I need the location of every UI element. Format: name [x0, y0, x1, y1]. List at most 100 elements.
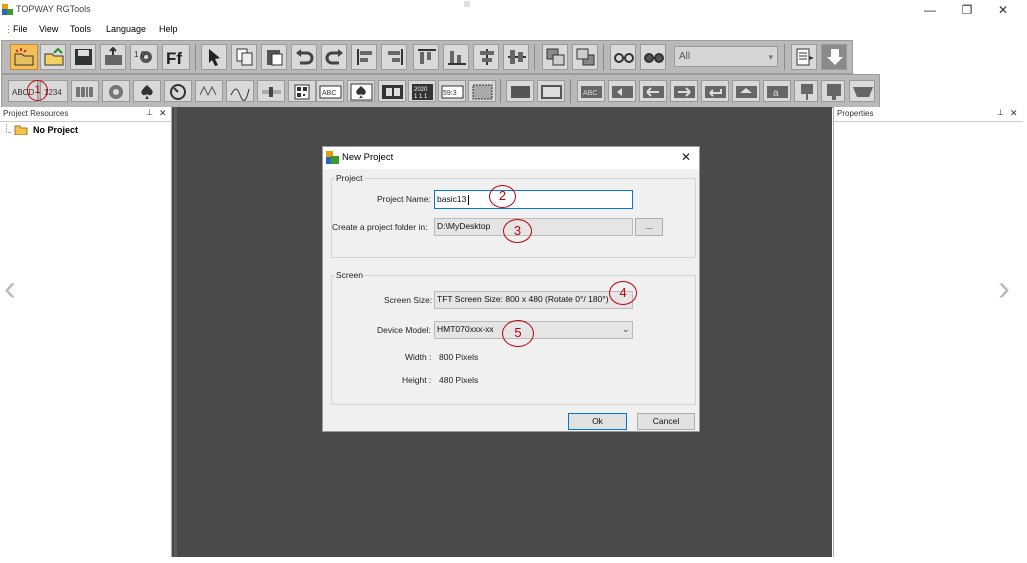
preview-button[interactable] — [610, 44, 636, 70]
download-button[interactable] — [821, 44, 847, 70]
project-folder-input[interactable]: D:\MyDesktop — [434, 218, 633, 236]
project-name-input[interactable]: basic13 — [434, 190, 633, 209]
menu-tools[interactable]: Tools — [70, 24, 91, 34]
return-button[interactable] — [701, 80, 729, 102]
text-button-widget[interactable]: a — [763, 80, 791, 102]
bring-front-icon — [546, 48, 565, 66]
funnel-widget-button[interactable] — [849, 80, 875, 102]
open-project-button[interactable] — [40, 44, 66, 70]
export-button[interactable] — [100, 44, 126, 70]
date-widget-button[interactable]: 2020 1 1 1 — [408, 80, 436, 102]
next-arrow-icon[interactable]: › — [998, 270, 1010, 306]
slider-widget-button[interactable] — [257, 80, 285, 102]
close-panel-icon[interactable]: ✕ — [159, 108, 167, 119]
project-resources-panel: Project Resources ⊥ ✕ No Project — [0, 107, 172, 557]
panel-title: Project Resources — [3, 109, 69, 118]
close-button[interactable]: ✕ — [988, 2, 1018, 19]
clock-widget-button[interactable]: 59:3 — [438, 80, 466, 102]
pin-icon[interactable]: ⊥ — [146, 108, 153, 117]
export-icon — [105, 47, 122, 65]
font-button[interactable]: Ff — [162, 44, 190, 70]
device-model-label: Device Model: — [377, 325, 431, 335]
chevron-down-icon: ⌄ — [622, 324, 630, 334]
grid-block-icon — [827, 84, 841, 100]
restore-button[interactable]: ❐ — [952, 2, 982, 19]
menu-view[interactable]: View — [39, 24, 58, 34]
graph-widget-button[interactable] — [195, 80, 223, 102]
menu-language[interactable]: Language — [106, 24, 146, 34]
qr-widget-button[interactable] — [288, 80, 316, 102]
grid-widget-button[interactable] — [821, 80, 845, 102]
slider-icon — [262, 87, 281, 97]
browse-button[interactable]: ... — [635, 218, 663, 236]
minimize-button[interactable]: — — [915, 2, 945, 19]
spade-widget-button[interactable] — [133, 80, 161, 102]
home-button[interactable] — [732, 80, 760, 102]
svg-text:59:3: 59:3 — [443, 90, 457, 97]
barcode-widget-button[interactable] — [71, 80, 99, 102]
touch-key-button[interactable] — [347, 80, 375, 102]
tree-line — [6, 124, 11, 133]
align-bottom-button[interactable] — [443, 44, 469, 70]
new-project-button[interactable] — [10, 44, 38, 70]
wave-widget-button[interactable] — [226, 80, 254, 102]
center-vertical-button[interactable] — [503, 44, 529, 70]
prev-page-button[interactable] — [639, 80, 667, 102]
send-back-button[interactable] — [572, 44, 598, 70]
pin-icon — [801, 84, 813, 100]
back-button[interactable] — [608, 80, 636, 102]
save-button[interactable] — [70, 44, 96, 70]
paste-button[interactable] — [261, 44, 287, 70]
label-widget-button[interactable]: ABC — [316, 80, 344, 102]
align-top-button[interactable] — [413, 44, 439, 70]
toolbar-main: 1 0 Ff All ▾ — [1, 40, 853, 74]
ok-button[interactable]: Ok — [568, 413, 627, 430]
annotation-circle-2: 2 — [489, 185, 516, 208]
tree-root-item[interactable]: No Project — [33, 125, 78, 135]
annotation-circle-3: 3 — [503, 219, 532, 243]
simulate-button[interactable] — [640, 44, 666, 70]
menu-file[interactable]: File — [13, 24, 28, 34]
funnel-icon — [853, 87, 873, 97]
select-button[interactable] — [201, 44, 227, 70]
center-horizontal-icon — [480, 49, 494, 65]
animation-widget-button[interactable] — [378, 80, 406, 102]
center-horizontal-button[interactable] — [473, 44, 499, 70]
dialog-close-icon[interactable]: ✕ — [681, 150, 691, 164]
area-widget-button[interactable] — [468, 80, 496, 102]
pin-widget-button[interactable] — [794, 80, 818, 102]
close-panel-icon[interactable]: ✕ — [1010, 108, 1018, 119]
bitmap-widget-button[interactable] — [102, 80, 130, 102]
gauge-widget-button[interactable] — [164, 80, 192, 102]
copy-icon — [236, 48, 253, 66]
annotation-circle-5: 5 — [502, 320, 534, 347]
next-page-button[interactable] — [670, 80, 698, 102]
title-marker — [464, 1, 470, 7]
bring-front-button[interactable] — [542, 44, 568, 70]
cancel-button[interactable]: Cancel — [637, 413, 695, 430]
button-widget-button[interactable]: ABC — [577, 80, 605, 102]
folder-icon — [14, 125, 28, 135]
align-right-button[interactable] — [381, 44, 407, 70]
align-left-button[interactable] — [351, 44, 377, 70]
compile-button[interactable] — [791, 44, 817, 70]
panel-header: Properties ⊥ ✕ — [834, 107, 1023, 122]
toolbar-separator — [195, 44, 196, 70]
prev-arrow-icon[interactable]: ‹ — [4, 270, 16, 306]
copy-button[interactable] — [231, 44, 257, 70]
splitter[interactable] — [174, 107, 177, 557]
project-name-value: basic13 — [437, 194, 467, 204]
height-label: Height : — [402, 375, 432, 385]
screen-size-select[interactable]: TFT Screen Size: 800 x 480 (Rotate 0°/ 1… — [434, 291, 633, 309]
redo-button[interactable] — [321, 44, 347, 70]
pin-icon[interactable]: ⊥ — [997, 108, 1004, 117]
menu-help[interactable]: Help — [159, 24, 178, 34]
frame-button[interactable] — [537, 80, 565, 102]
rectangle-button[interactable] — [506, 80, 534, 102]
filter-combo[interactable]: All ▾ — [674, 46, 778, 67]
cursor-icon — [209, 49, 220, 66]
settings-button[interactable]: 1 0 — [130, 44, 158, 70]
send-back-icon — [576, 48, 595, 66]
arrow-left-icon — [643, 86, 664, 98]
undo-button[interactable] — [291, 44, 317, 70]
